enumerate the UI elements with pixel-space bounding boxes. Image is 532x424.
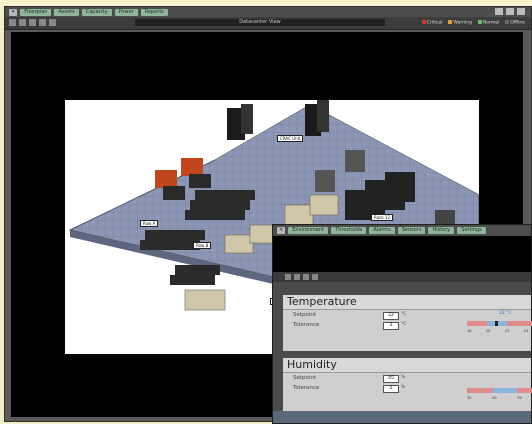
env-forward-icon[interactable] — [294, 274, 300, 280]
temperature-panel: Temperature Setpoint 22 °C Tolerance 2 °… — [283, 295, 532, 351]
window-controls — [495, 8, 525, 15]
maximize-icon[interactable] — [506, 8, 514, 15]
environment-window: ✕ Environment Thresholds Alarms Sensors … — [272, 224, 532, 424]
temp-tolerance-input[interactable]: 2 — [383, 322, 399, 330]
legend-critical: Critical — [421, 20, 442, 26]
env-tabbar: ✕ Environment Thresholds Alarms Sensors … — [273, 225, 531, 236]
tab-assets[interactable]: Assets — [54, 8, 79, 16]
tab-alarms[interactable]: Alarms — [369, 227, 395, 234]
status-legend: Critical Warning Normal Offline — [421, 20, 525, 26]
tab-settings[interactable]: Settings — [457, 227, 486, 234]
temp-scale-marks: 18 20 22 24 26 — [467, 329, 532, 333]
temp-setpoint-label: Setpoint — [293, 312, 317, 318]
close-icon[interactable]: ✕ — [9, 8, 18, 16]
temp-scale-value: 22 °C — [499, 311, 512, 316]
window-close-icon[interactable] — [517, 8, 525, 15]
temperature-title: Temperature — [283, 295, 531, 310]
env-close-icon[interactable]: ✕ — [277, 227, 286, 234]
hum-mark: 40 — [492, 396, 497, 400]
humidity-title: Humidity — [283, 358, 531, 373]
hum-tol-unit: % — [401, 385, 406, 390]
address-field[interactable]: Datacenter View — [135, 19, 385, 26]
hum-setpoint-label: Setpoint — [293, 375, 317, 381]
hum-mark: 50 — [517, 396, 522, 400]
legend-offline: Offline — [505, 20, 525, 26]
minimize-icon[interactable] — [495, 8, 503, 15]
env-status-strip — [273, 411, 531, 423]
legend-normal: Normal — [477, 20, 499, 26]
tab-capacity[interactable]: Capacity — [81, 8, 112, 16]
main-tabbar: ✕ Floorplan Assets Capacity Power Report… — [5, 7, 531, 17]
temp-unit: °C — [401, 312, 407, 317]
temp-scale-bar[interactable] — [467, 321, 532, 326]
hum-setpoint-row: Setpoint 45 % — [283, 373, 531, 383]
env-refresh-icon[interactable] — [303, 274, 309, 280]
map-label-crac[interactable]: CRAC Unit — [277, 135, 304, 142]
home-icon[interactable] — [29, 19, 36, 26]
main-toolbar: Datacenter View Critical Warning Normal … — [5, 17, 531, 30]
hum-tolerance-input[interactable]: 5 — [383, 385, 399, 393]
tab-environment[interactable]: Environment — [288, 227, 329, 234]
back-icon[interactable] — [9, 19, 16, 26]
temp-tol-unit: °C — [401, 322, 407, 327]
env-header-band — [273, 236, 531, 272]
map-label-rack[interactable]: Rack 12 — [371, 214, 394, 221]
tab-history[interactable]: History — [428, 227, 455, 234]
tab-sensors[interactable]: Sensors — [397, 227, 426, 234]
hum-mark: 30 — [467, 396, 472, 400]
tab-power[interactable]: Power — [114, 8, 138, 16]
hum-scale-bar[interactable] — [467, 388, 532, 393]
hum-setpoint-input[interactable]: 45 — [383, 375, 399, 383]
forward-icon[interactable] — [19, 19, 26, 26]
temp-tolerance-label: Tolerance — [293, 322, 320, 328]
tab-thresholds[interactable]: Thresholds — [331, 227, 367, 234]
hum-tolerance-label: Tolerance — [293, 385, 320, 391]
temp-mark: 18 — [467, 329, 472, 333]
legend-warning: Warning — [448, 20, 472, 26]
temp-setpoint-row: Setpoint 22 °C — [283, 310, 531, 320]
temp-mark: 24 — [523, 329, 529, 333]
rotate-icon[interactable] — [49, 19, 56, 26]
hum-scale-marks: 30 40 50 60 — [467, 396, 532, 400]
map-label-row-a[interactable]: Row A — [140, 220, 159, 227]
humidity-panel: Humidity Setpoint 45 % Tolerance 5 % 30 … — [283, 358, 532, 414]
tab-floorplan[interactable]: Floorplan — [20, 8, 52, 16]
env-toolbar — [273, 272, 531, 282]
temp-setpoint-input[interactable]: 22 — [383, 312, 399, 320]
hum-unit: % — [401, 375, 406, 380]
temp-mark: 22 — [504, 329, 510, 333]
zoom-icon[interactable] — [39, 19, 46, 26]
map-label-row-b[interactable]: Row B — [193, 242, 212, 249]
env-back-icon[interactable] — [285, 274, 291, 280]
tab-reports[interactable]: Reports — [140, 8, 168, 16]
temp-mark: 20 — [485, 329, 491, 333]
env-settings-icon[interactable] — [312, 274, 318, 280]
